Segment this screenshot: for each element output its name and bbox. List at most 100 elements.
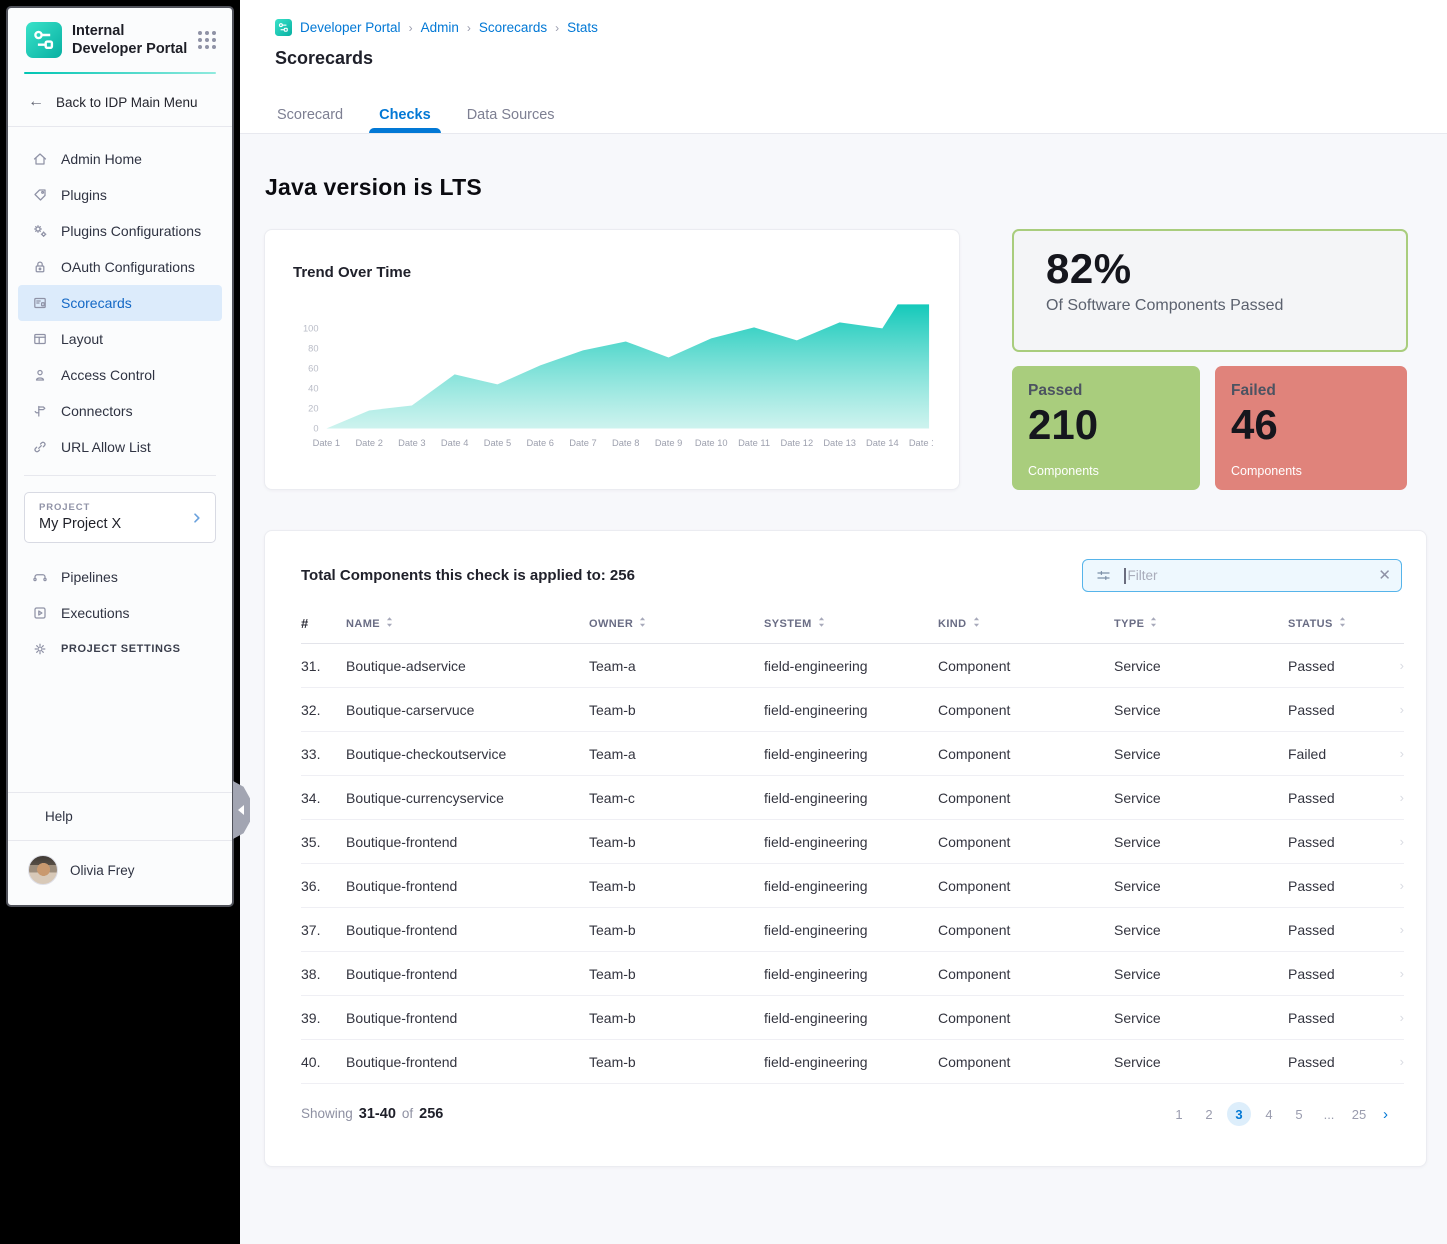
- cell-owner: Team-c: [589, 776, 764, 820]
- idp-logo-icon: [26, 22, 62, 58]
- svg-text:Date 12: Date 12: [781, 438, 814, 448]
- filter-sliders-icon: [1095, 567, 1112, 584]
- table-row[interactable]: 32.Boutique-carservuceTeam-bfield-engine…: [301, 688, 1404, 732]
- tab-data-sources[interactable]: Data Sources: [467, 97, 555, 133]
- table-row[interactable]: 31.Boutique-adserviceTeam-afield-enginee…: [301, 644, 1404, 688]
- project-selector[interactable]: PROJECT My Project X: [24, 492, 216, 543]
- page-button-25[interactable]: 25: [1347, 1102, 1371, 1126]
- sidebar-item-plugins-configurations[interactable]: Plugins Configurations: [18, 213, 222, 249]
- failed-card: Failed 46 Components: [1215, 366, 1407, 490]
- sidebar-item-scorecards[interactable]: Scorecards: [18, 285, 222, 321]
- column-header-name[interactable]: NAME: [346, 616, 589, 644]
- row-number: 40.: [301, 1040, 346, 1084]
- svg-text:Date 5: Date 5: [484, 438, 511, 448]
- breadcrumb-separator: ›: [409, 21, 413, 35]
- row-number: 36.: [301, 864, 346, 908]
- sidebar-item-help[interactable]: Help: [8, 793, 232, 840]
- table-row[interactable]: 34.Boutique-currencyserviceTeam-cfield-e…: [301, 776, 1404, 820]
- sidebar-item-project-settings[interactable]: PROJECT SETTINGS: [18, 631, 222, 667]
- page-button-3[interactable]: 3: [1227, 1102, 1251, 1126]
- sort-icon[interactable]: [817, 616, 826, 631]
- filter-input[interactable]: [1126, 568, 1379, 583]
- sidebar-item-label: Pipelines: [61, 569, 118, 585]
- sidebar-item-executions[interactable]: Executions: [18, 595, 222, 631]
- row-chevron-icon: ›: [1388, 688, 1404, 732]
- back-to-idp-main-menu[interactable]: ← Back to IDP Main Menu: [8, 74, 232, 126]
- sidebar-item-access-control[interactable]: Access Control: [18, 357, 222, 393]
- sort-icon[interactable]: [385, 616, 394, 631]
- column-header-type[interactable]: TYPE: [1114, 616, 1288, 644]
- sort-icon[interactable]: [1338, 616, 1347, 631]
- showing-range: 31-40: [359, 1106, 396, 1122]
- sidebar-item-oauth-configurations[interactable]: OAuth Configurations: [18, 249, 222, 285]
- cell-system: field-engineering: [764, 644, 938, 688]
- failed-value: 46: [1231, 402, 1391, 448]
- cell-type: Service: [1114, 952, 1288, 996]
- sidebar-item-label: PROJECT SETTINGS: [61, 643, 181, 655]
- table-row[interactable]: 38.Boutique-frontendTeam-bfield-engineer…: [301, 952, 1404, 996]
- table-row[interactable]: 35.Boutique-frontendTeam-bfield-engineer…: [301, 820, 1404, 864]
- sidebar-item-pipelines[interactable]: Pipelines: [18, 559, 222, 595]
- cell-kind: Component: [938, 776, 1114, 820]
- user-menu[interactable]: Olivia Frey: [8, 841, 232, 905]
- tab-checks[interactable]: Checks: [379, 97, 431, 133]
- table-row[interactable]: 33.Boutique-checkoutserviceTeam-afield-e…: [301, 732, 1404, 776]
- page-button-4[interactable]: 4: [1257, 1102, 1281, 1126]
- close-icon[interactable]: ✕: [1378, 568, 1391, 583]
- sort-icon[interactable]: [1149, 616, 1158, 631]
- next-page-button[interactable]: ›: [1383, 1106, 1388, 1123]
- sidebar-nav: Admin HomePluginsPlugins ConfigurationsO…: [8, 127, 232, 475]
- filter-box[interactable]: ✕: [1082, 559, 1402, 592]
- gear-icon: [32, 641, 48, 657]
- sidebar-item-admin-home[interactable]: Admin Home: [18, 141, 222, 177]
- page-title: Scorecards: [275, 48, 373, 69]
- column-header-owner[interactable]: OWNER: [589, 616, 764, 644]
- check-name-heading: Java version is LTS: [265, 174, 482, 201]
- row-chevron-icon: ›: [1388, 644, 1404, 688]
- row-chevron-icon: ›: [1388, 820, 1404, 864]
- table-row[interactable]: 39.Boutique-frontendTeam-bfield-engineer…: [301, 996, 1404, 1040]
- sidebar-item-connectors[interactable]: Connectors: [18, 393, 222, 429]
- table-title: Total Components this check is applied t…: [301, 567, 635, 584]
- breadcrumb-separator: ›: [467, 21, 471, 35]
- sidebar-item-plugins[interactable]: Plugins: [18, 177, 222, 213]
- plugin-icon: [32, 187, 48, 203]
- breadcrumb-link-stats[interactable]: Stats: [567, 20, 598, 35]
- row-number: 38.: [301, 952, 346, 996]
- column-header-status[interactable]: STATUS: [1288, 616, 1388, 644]
- column-header-kind[interactable]: KIND: [938, 616, 1114, 644]
- sidebar-item-layout[interactable]: Layout: [18, 321, 222, 357]
- execution-icon: [32, 605, 48, 621]
- column-header-system[interactable]: SYSTEM: [764, 616, 938, 644]
- cell-name: Boutique-adservice: [346, 644, 589, 688]
- cell-system: field-engineering: [764, 908, 938, 952]
- sort-icon[interactable]: [972, 616, 981, 631]
- layout-icon: [32, 331, 48, 347]
- table-row[interactable]: 40.Boutique-frontendTeam-bfield-engineer…: [301, 1040, 1404, 1084]
- breadcrumb-link-admin[interactable]: Admin: [421, 20, 459, 35]
- cell-owner: Team-b: [589, 688, 764, 732]
- page-button-1[interactable]: 1: [1167, 1102, 1191, 1126]
- sort-icon[interactable]: [638, 616, 647, 631]
- svg-text:60: 60: [308, 363, 318, 373]
- passed-label: Passed: [1028, 382, 1184, 400]
- cell-status: Passed: [1288, 908, 1388, 952]
- breadcrumb-link-scorecards[interactable]: Scorecards: [479, 20, 547, 35]
- cell-name: Boutique-checkoutservice: [346, 732, 589, 776]
- breadcrumb-link-developer-portal[interactable]: Developer Portal: [300, 20, 401, 35]
- table-row[interactable]: 36.Boutique-frontendTeam-bfield-engineer…: [301, 864, 1404, 908]
- cell-type: Service: [1114, 776, 1288, 820]
- svg-text:80: 80: [308, 343, 318, 353]
- app-switcher-icon[interactable]: [198, 31, 216, 49]
- project-name: My Project X: [39, 516, 201, 532]
- page-button-5[interactable]: 5: [1287, 1102, 1311, 1126]
- svg-text:Date 8: Date 8: [612, 438, 639, 448]
- pagination: 12345...25›: [1167, 1102, 1388, 1126]
- tab-scorecard[interactable]: Scorecard: [277, 97, 343, 133]
- table-row[interactable]: 37.Boutique-frontendTeam-bfield-engineer…: [301, 908, 1404, 952]
- row-number: 37.: [301, 908, 346, 952]
- sidebar-item-url-allow-list[interactable]: URL Allow List: [18, 429, 222, 465]
- lock-icon: [32, 259, 48, 275]
- sidebar-item-label: Scorecards: [61, 295, 132, 311]
- page-button-2[interactable]: 2: [1197, 1102, 1221, 1126]
